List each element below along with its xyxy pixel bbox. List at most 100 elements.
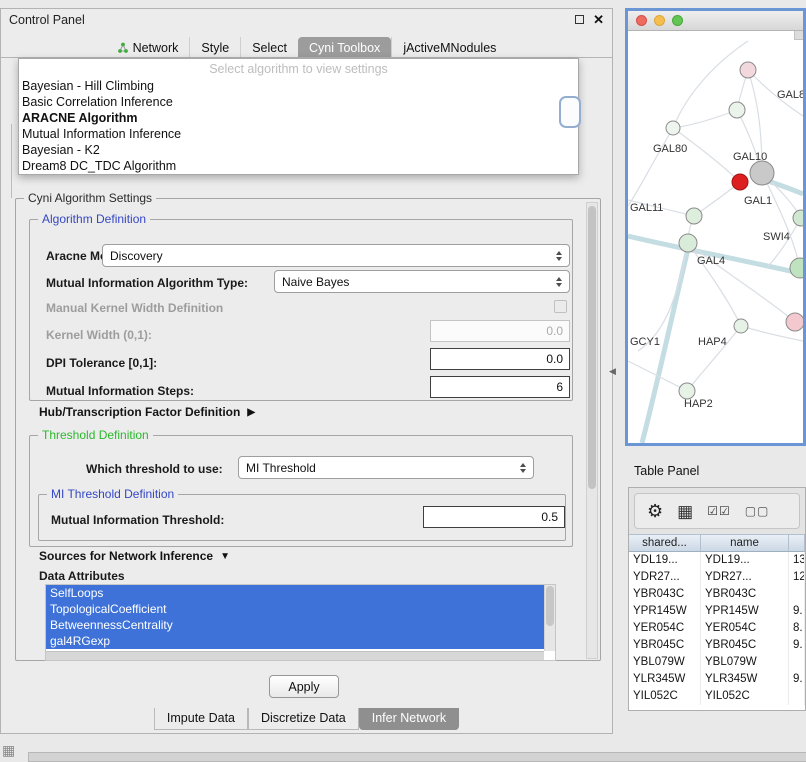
attribute-list-scrollbar-thumb[interactable] [546,586,554,626]
columns-icon[interactable]: ▦ [677,503,693,520]
panel-collapse-icon[interactable]: ◀ [609,366,616,377]
table-cell [789,688,805,705]
sources-section-toggle[interactable]: Sources for Network Inference ▼ [39,549,230,563]
attribute-list-hscrollbar[interactable] [46,651,544,660]
tab-jactivemnodules[interactable]: jActiveMNodules [391,37,507,57]
tab-network[interactable]: Network [106,37,190,57]
attribute-item-selected[interactable]: BetweennessCentrality [46,617,544,633]
table-row[interactable]: YBR043C YBR043C [629,586,805,603]
node-label: GAL80 [653,143,687,155]
chevron-down-icon: ▼ [220,551,230,562]
dropdown-item[interactable]: Mutual Information Inference [19,126,578,142]
table-cell: 9. [789,671,805,688]
column-header[interactable]: name [701,534,789,552]
node-label: GAL4 [697,255,725,267]
network-node[interactable] [793,210,803,226]
mi-threshold-field[interactable]: 0.5 [423,506,565,528]
network-node[interactable] [679,234,697,252]
column-header[interactable] [789,534,805,552]
select-all-icon[interactable]: ☑☑ [707,505,731,517]
apply-button[interactable]: Apply [269,675,339,698]
table-row[interactable]: YLR345W YLR345W 9. [629,671,805,688]
control-panel-window: Control Panel ✕ Network Style Select Cyn… [0,8,613,734]
network-window-titlebar[interactable] [628,11,803,31]
table-cell: 9. [789,637,805,654]
kernel-width-field[interactable]: 0.0 [430,320,570,342]
settings-group-title: Cyni Algorithm Settings [24,191,156,205]
column-header[interactable]: shared... [629,534,701,552]
network-node[interactable] [666,121,680,135]
dropdown-placeholder: Select algorithm to view settings [19,61,578,78]
network-node[interactable] [750,161,774,185]
mi-threshold-definition-group: MI Threshold Definition Mutual Informati… [38,494,566,541]
tab-cyni-toolbox[interactable]: Cyni Toolbox [298,37,391,57]
data-attributes-label: Data Attributes [39,569,125,583]
dropdown-item[interactable]: Bayesian - K2 [19,142,578,158]
window-title: Control Panel [1,13,85,27]
tab-label: Style [201,41,229,55]
network-node-selected[interactable] [732,174,748,190]
attribute-list-scrollbar[interactable] [544,585,555,651]
mi-type-label: Mutual Information Algorithm Type: [46,276,248,290]
table-cell: YDL19... [701,552,789,569]
network-node[interactable] [790,258,803,278]
table-row[interactable]: YPR145W YPR145W 9. [629,603,805,620]
mac-close-button[interactable] [636,15,647,26]
section-label: Sources for Network Inference [39,549,213,563]
dropdown-item-selected[interactable]: ARACNE Algorithm [19,110,578,126]
field-value: 0.0 [546,352,563,366]
dropdown-item[interactable]: Dream8 DC_TDC Algorithm [19,158,578,174]
mi-type-combobox[interactable]: Naive Bayes [274,270,570,293]
network-node[interactable] [729,102,745,118]
combobox-value: Naive Bayes [282,275,349,289]
node-label: GAL11 [630,202,663,214]
chevron-updown-icon [556,277,562,287]
grid-icon[interactable]: ▦ [2,742,15,759]
attribute-item-selected[interactable]: gal4RGexp [46,633,544,649]
close-icon[interactable]: ✕ [593,14,604,25]
dpi-tolerance-field[interactable]: 0.0 [430,348,570,370]
table-row[interactable]: YER054C YER054C 8. [629,620,805,637]
float-window-icon[interactable] [575,15,584,24]
mi-steps-field[interactable]: 6 [430,376,570,398]
network-canvas[interactable]: GAL8 GAL80 GAL10 GAL11 GAL1 SWI4 GAL4 GC… [628,31,803,443]
gear-icon[interactable]: ⚙ [647,502,663,520]
dropdown-item[interactable]: Basic Correlation Inference [19,94,578,110]
attribute-item-selected[interactable]: SelfLoops [46,585,544,601]
table-row[interactable]: YBL079W YBL079W [629,654,805,671]
settings-scrollbar-thumb[interactable] [588,206,596,489]
network-node[interactable] [679,383,695,399]
table-row[interactable]: YDL19... YDL19... 13 [629,552,805,569]
hidden-groupbox-edge [11,124,12,198]
hub-tf-section-toggle[interactable]: Hub/Transcription Factor Definition ▶ [39,405,255,419]
tab-discretize-data[interactable]: Discretize Data [248,708,359,730]
dropdown-item[interactable]: Bayesian - Hill Climbing [19,78,578,94]
network-canvas-container: GAL8 GAL80 GAL10 GAL11 GAL1 SWI4 GAL4 GC… [628,31,803,443]
mac-minimize-button[interactable] [654,15,665,26]
which-threshold-label: Which threshold to use: [86,462,223,476]
tab-infer-network[interactable]: Infer Network [359,708,459,730]
network-node[interactable] [786,313,803,331]
which-threshold-combobox[interactable]: MI Threshold [238,456,534,479]
mac-zoom-button[interactable] [672,15,683,26]
table-row[interactable]: YBR045C YBR045C 9. [629,637,805,654]
network-node[interactable] [740,62,756,78]
tab-select[interactable]: Select [240,37,298,57]
tab-style[interactable]: Style [189,37,240,57]
table-cell: 13 [789,552,805,569]
tab-impute-data[interactable]: Impute Data [154,708,248,730]
horizontal-scrollbar[interactable] [28,752,806,762]
attribute-item-selected[interactable]: TopologicalCoefficient [46,601,544,617]
settings-scrollbar[interactable] [586,202,598,659]
network-node[interactable] [734,319,748,333]
table-cell: YLR345W [629,671,701,688]
node-label: GAL10 [733,151,767,163]
table-row[interactable]: YIL052C YIL052C [629,688,805,705]
deselect-all-icon[interactable]: ▢▢ [745,505,770,517]
manual-kernel-width-checkbox[interactable] [554,300,567,313]
aracne-mode-combobox[interactable]: Discovery [102,244,570,267]
table-cell: 12 [789,569,805,586]
control-panel-titlebar: Control Panel ✕ [1,9,612,31]
table-row[interactable]: YDR27... YDR27... 12 [629,569,805,586]
network-node[interactable] [686,208,702,224]
